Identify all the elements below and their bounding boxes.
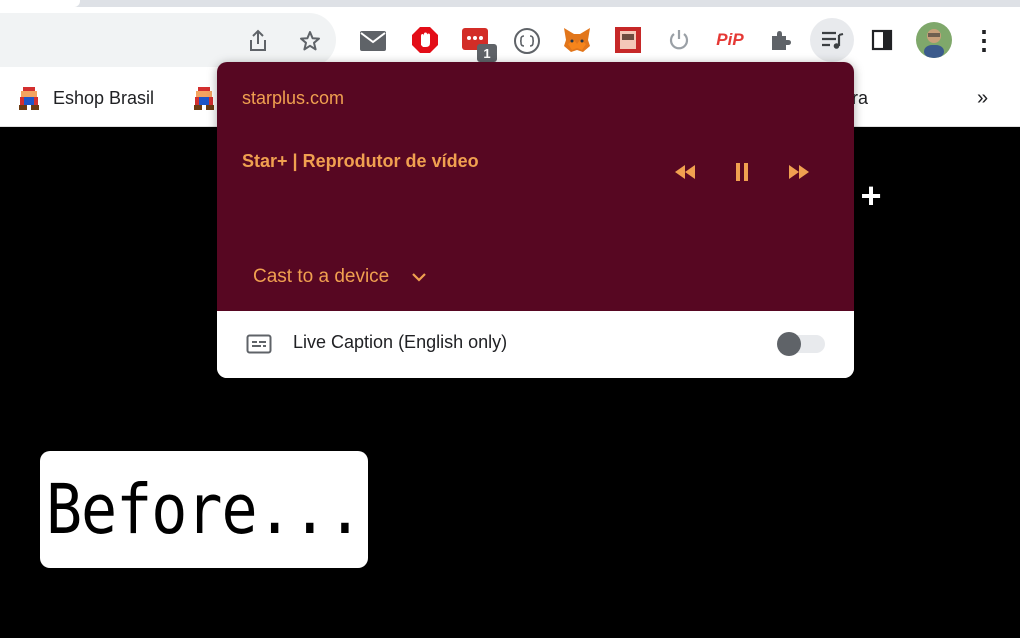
menu-kebab-icon[interactable]: ⋮: [971, 25, 997, 55]
gmail-icon[interactable]: [358, 27, 388, 55]
power-icon[interactable]: [665, 26, 693, 54]
pip-icon[interactable]: PiP: [714, 26, 746, 54]
live-caption-label: Live Caption (English only): [293, 332, 508, 352]
bookmarks-overflow-chevron[interactable]: »: [977, 70, 988, 126]
seek-backward-button[interactable]: [670, 159, 700, 185]
live-caption-toggle-thumb[interactable]: [777, 332, 801, 356]
cast-to-device-button[interactable]: Cast to a device: [253, 264, 427, 290]
mario-icon: [194, 87, 214, 110]
chevron-down-icon: [412, 273, 427, 282]
extensions-puzzle-icon[interactable]: [765, 26, 795, 54]
cast-label: Cast to a device: [253, 266, 390, 287]
side-panel-icon[interactable]: [868, 26, 896, 54]
media-title: Star+ | Reprodutor de vídeo: [242, 151, 479, 171]
active-tab[interactable]: [0, 0, 80, 7]
mario-icon: [19, 87, 39, 110]
media-controls-popup: starplus.com Star+ | Reprodutor de vídeo…: [217, 62, 854, 378]
before-label-box: Before...: [40, 451, 368, 568]
media-origin: starplus.com: [242, 88, 345, 108]
pause-icon: [736, 163, 748, 181]
plus-icon[interactable]: +: [855, 178, 887, 214]
browser-toolbar: 1 PiP ⋮: [0, 0, 1020, 70]
seek-forward-button[interactable]: [784, 159, 814, 185]
bookmark-eshop-brasil[interactable]: Eshop Brasil: [15, 70, 154, 126]
media-controls-icon[interactable]: [810, 18, 854, 62]
fast-forward-icon: [789, 165, 809, 179]
tab-strip: [0, 0, 1020, 7]
adblock-icon[interactable]: [410, 25, 440, 55]
rewind-icon: [675, 165, 695, 179]
closed-caption-icon: [245, 333, 273, 355]
pause-button[interactable]: [727, 159, 757, 185]
metamask-icon[interactable]: [562, 25, 592, 55]
address-bar[interactable]: [0, 13, 336, 67]
before-label: Before...: [45, 469, 363, 550]
extension-red-icon[interactable]: [613, 25, 643, 55]
lastpass-badge: 1: [477, 44, 497, 62]
share-icon[interactable]: [244, 27, 272, 55]
live-caption-row[interactable]: Live Caption (English only): [217, 311, 854, 378]
bookmark-label: ra: [852, 87, 869, 108]
json-viewer-icon[interactable]: [512, 26, 542, 56]
bookmark-label: Eshop Brasil: [53, 87, 155, 108]
bookmark-partial[interactable]: ra: [852, 70, 868, 126]
profile-avatar[interactable]: [916, 22, 952, 58]
media-item: starplus.com Star+ | Reprodutor de vídeo…: [217, 62, 854, 311]
bookmark-star-icon[interactable]: [296, 27, 324, 55]
